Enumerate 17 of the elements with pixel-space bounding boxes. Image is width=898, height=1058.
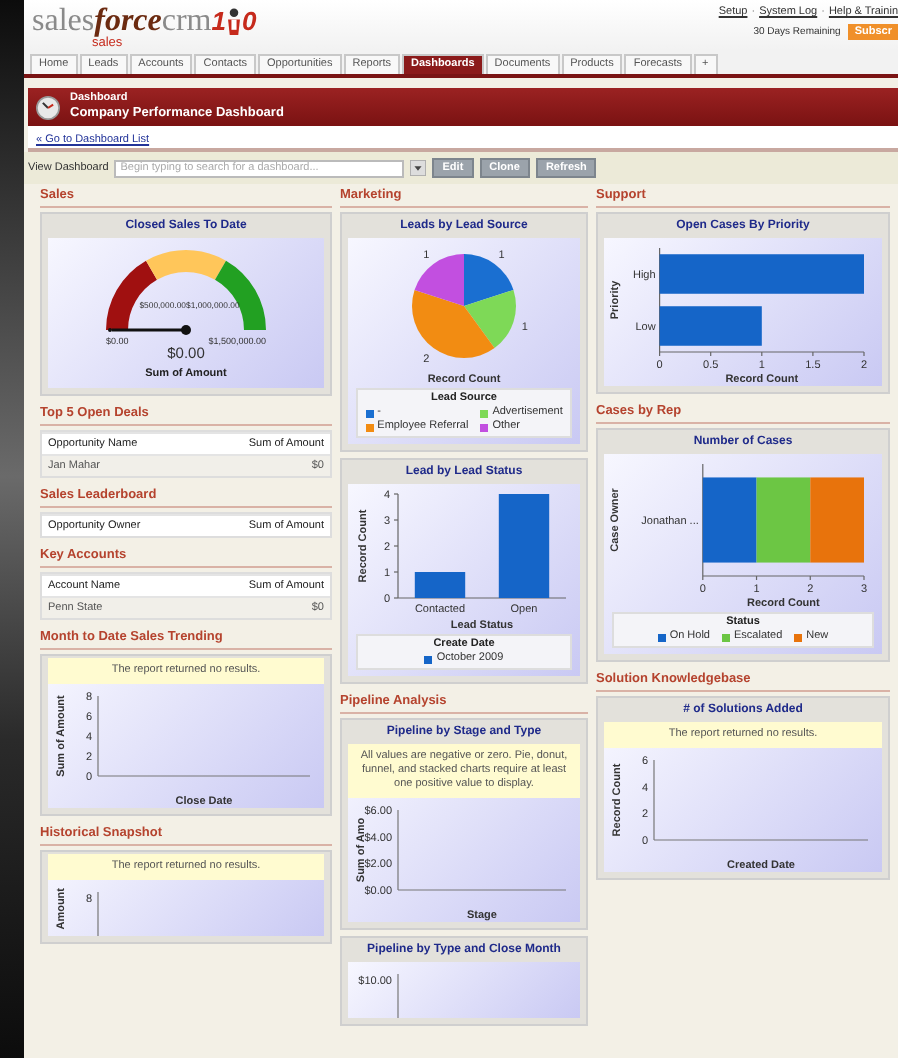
y-axis xyxy=(702,463,704,577)
speedometer-icon xyxy=(36,95,60,119)
bar xyxy=(702,477,757,563)
y-axis xyxy=(653,759,655,841)
y-axis xyxy=(397,809,399,891)
bar xyxy=(810,477,864,563)
y-axis xyxy=(659,247,661,353)
bar xyxy=(756,477,811,563)
bar xyxy=(659,306,762,346)
y-axis xyxy=(97,695,99,777)
y-axis xyxy=(97,891,99,936)
bar xyxy=(414,572,466,598)
bar xyxy=(498,494,550,598)
gauge-needle xyxy=(112,325,191,335)
y-axis xyxy=(393,493,399,599)
dropdown-icon[interactable] xyxy=(410,160,427,176)
y-axis xyxy=(397,973,399,1018)
